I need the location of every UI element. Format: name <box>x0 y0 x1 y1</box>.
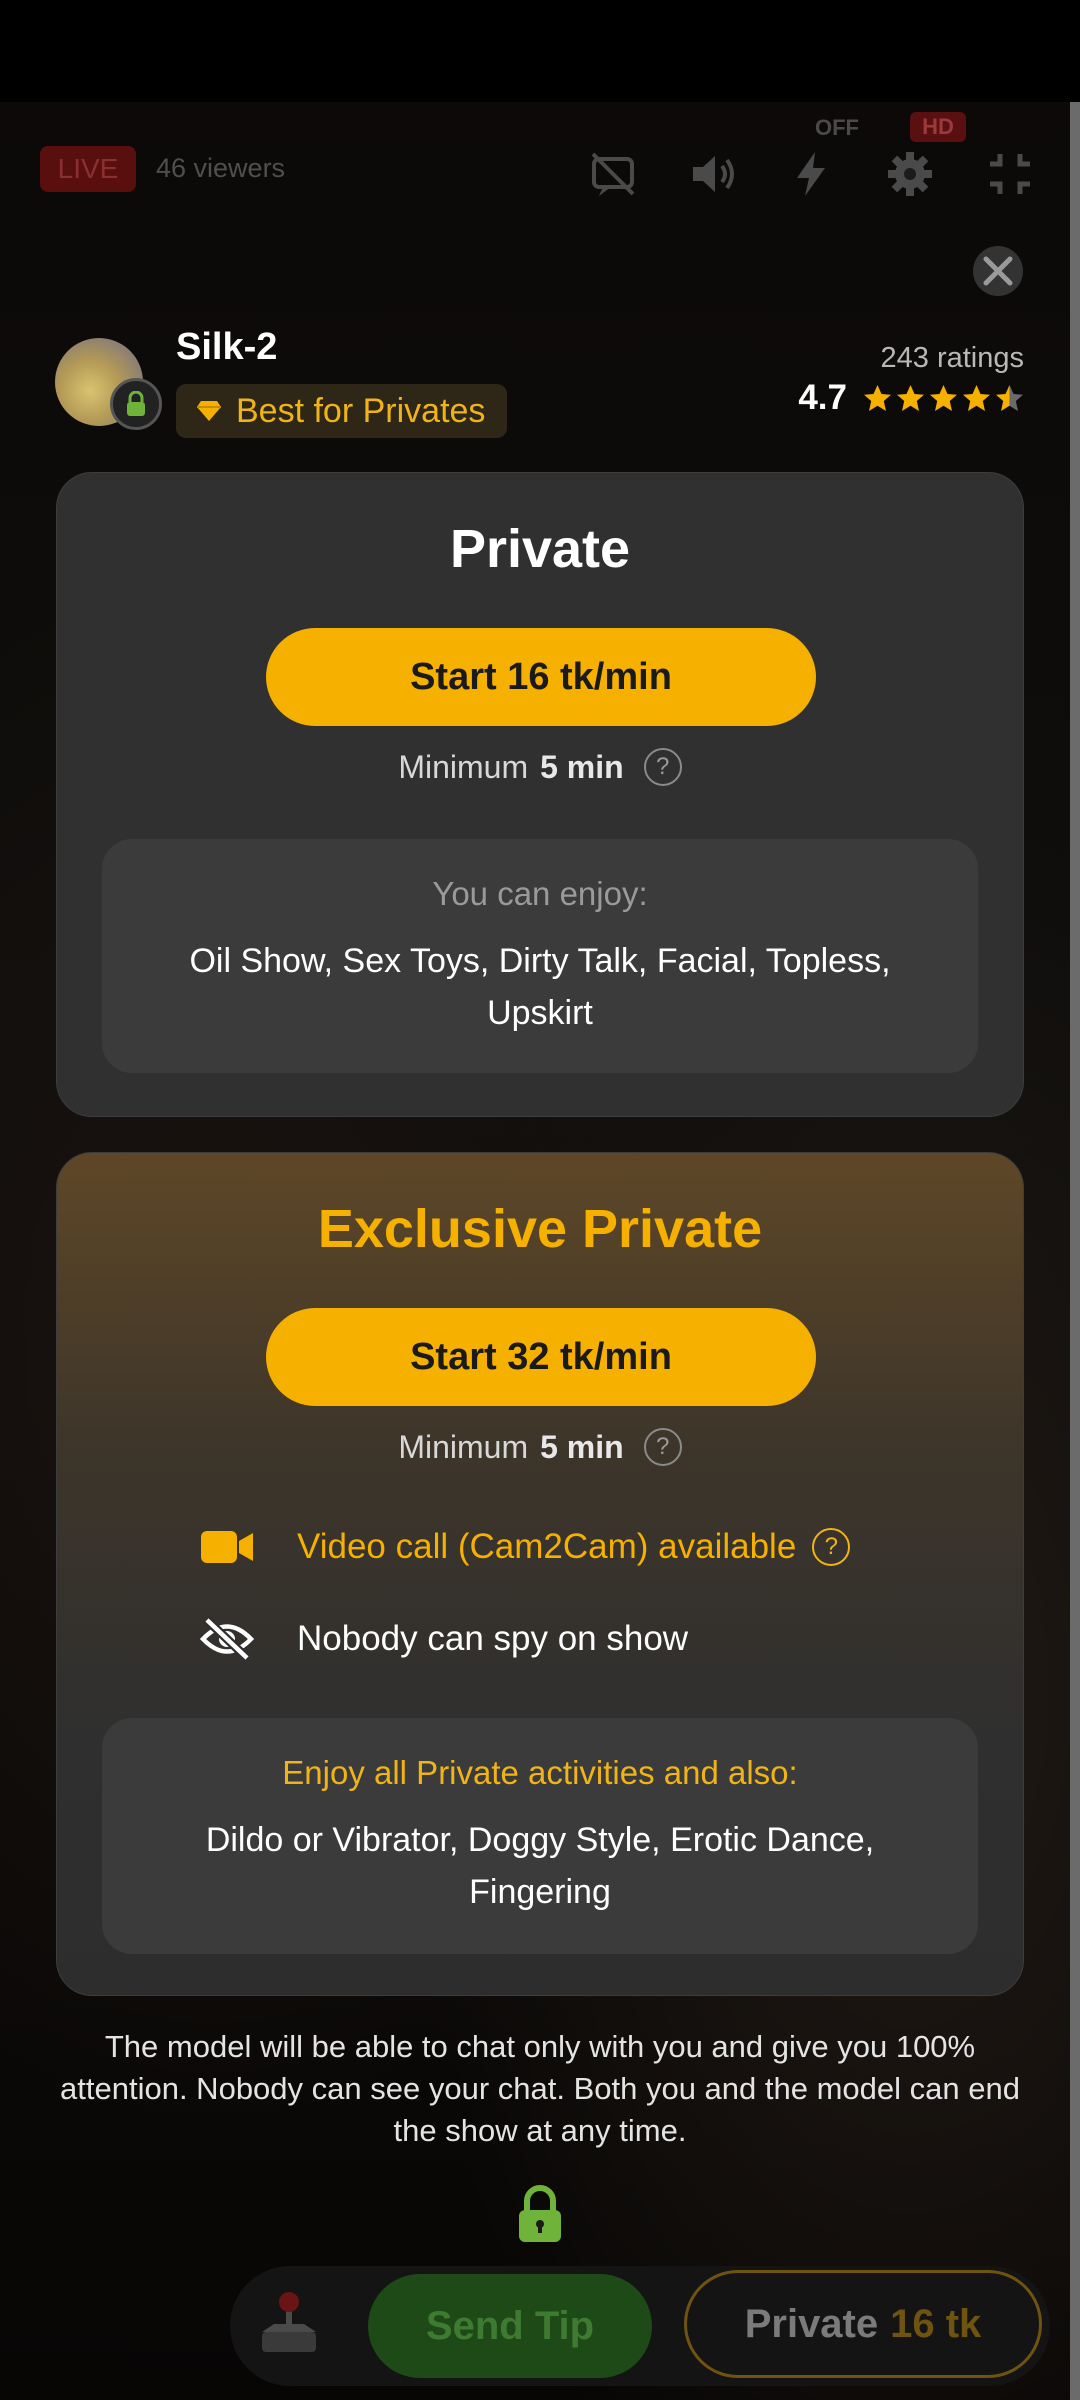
lightning-icon[interactable] <box>783 146 839 202</box>
lightning-status-label: OFF <box>815 115 859 140</box>
cam2cam-label: Video call (Cam2Cam) available <box>297 1527 797 1566</box>
lock-icon <box>515 2184 565 2244</box>
private-card: Private Start 16 tk/min Minimum 5 min ? … <box>56 472 1024 1117</box>
private-activities-box: You can enjoy: Oil Show, Sex Toys, Dirty… <box>102 839 978 1073</box>
scrollbar[interactable] <box>1070 102 1080 2400</box>
activities-list: Oil Show, Sex Toys, Dirty Talk, Facial, … <box>189 942 891 1032</box>
feature-no-spy: Nobody can spy on show <box>197 1615 688 1663</box>
settings-gear-icon[interactable] <box>882 146 938 202</box>
best-for-privates-label: Best for Privates <box>236 391 486 430</box>
help-icon[interactable]: ? <box>812 1528 851 1566</box>
exclusive-activities-box: Enjoy all Private activities and also: D… <box>102 1718 978 1954</box>
minimum-value: 5 min <box>540 748 624 785</box>
star-rating <box>863 384 1024 413</box>
activities-list: Dildo or Vibrator, Doggy Style, Erotic D… <box>205 1821 875 1911</box>
exclusive-minimum: Minimum 5 min ? <box>57 1428 1023 1466</box>
star-icon <box>930 384 957 411</box>
star-icon <box>963 384 990 411</box>
feature-cam2cam: Video call (Cam2Cam) available ? <box>197 1523 851 1571</box>
lock-icon <box>110 378 162 430</box>
hd-badge: HD <box>910 112 966 142</box>
private-label: Private <box>744 2301 879 2346</box>
enjoy-header: Enjoy all Private activities and also: <box>282 1754 798 1791</box>
viewer-count: 46 viewers <box>156 153 286 183</box>
eye-off-icon <box>197 1615 257 1663</box>
chat-off-icon[interactable] <box>585 146 641 202</box>
private-title: Private <box>449 519 631 579</box>
volume-icon[interactable] <box>685 146 741 202</box>
no-spy-label: Nobody can spy on show <box>297 1619 689 1658</box>
close-button[interactable] <box>973 246 1023 296</box>
star-icon <box>864 384 891 411</box>
close-icon <box>983 256 1013 286</box>
joystick-icon[interactable] <box>258 2290 320 2358</box>
live-badge: LIVE <box>40 146 136 192</box>
help-icon[interactable]: ? <box>643 1428 682 1466</box>
rating-value: 4.7 <box>798 378 847 417</box>
start-exclusive-button[interactable]: Start 32 tk/min <box>266 1308 816 1406</box>
minimum-value: 5 min <box>540 1428 624 1465</box>
model-name[interactable]: Silk-2 <box>176 326 277 369</box>
enjoy-header: You can enjoy: <box>432 875 648 912</box>
exclusive-title: Exclusive Private <box>317 1199 763 1259</box>
private-button[interactable]: Private 16 tk <box>684 2270 1042 2378</box>
send-tip-button[interactable]: Send Tip <box>368 2274 652 2378</box>
fullscreen-icon[interactable] <box>982 146 1038 202</box>
star-icon <box>996 384 1023 411</box>
minimum-label: Minimum <box>398 748 529 785</box>
rating-row: 4.7 <box>798 378 1024 418</box>
privacy-note: The model will be able to chat only with… <box>60 2029 1020 2148</box>
private-price: 16 tk <box>890 2301 982 2346</box>
minimum-label: Minimum <box>398 1428 529 1465</box>
private-minimum: Minimum 5 min ? <box>57 748 1023 786</box>
ratings-count: 243 ratings <box>880 342 1025 374</box>
best-for-privates-badge: Best for Privates <box>176 384 508 438</box>
help-icon[interactable]: ? <box>643 748 682 786</box>
video-camera-icon <box>197 1523 257 1571</box>
start-private-button[interactable]: Start 16 tk/min <box>266 628 816 726</box>
star-icon <box>897 384 924 411</box>
diamond-icon <box>197 401 221 421</box>
exclusive-private-card: Exclusive Private Start 32 tk/min Minimu… <box>56 1152 1024 1996</box>
